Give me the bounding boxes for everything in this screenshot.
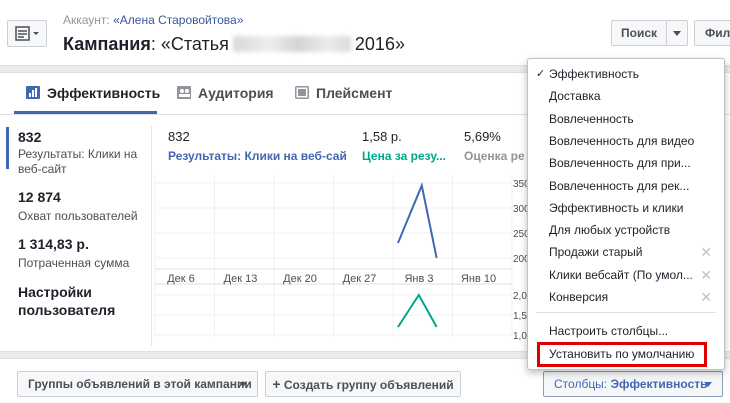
metric-label: Результаты: Клики на xyxy=(18,147,138,161)
chart-col-value: 832 xyxy=(168,129,190,144)
selected-metric-indicator xyxy=(6,127,9,169)
remove-icon[interactable]: ✕ xyxy=(700,286,712,308)
menu-item[interactable]: ✓ Эффективность xyxy=(528,63,724,85)
tab-label: Плейсмент xyxy=(316,85,393,101)
chart-col-value: 5,69% xyxy=(464,129,501,144)
menu-item[interactable]: Вовлеченность xyxy=(528,108,724,130)
account-link[interactable]: «Алена Старовойтова» xyxy=(113,13,243,27)
search-dropdown-button[interactable] xyxy=(666,20,688,46)
metric-value: 832 xyxy=(18,129,42,145)
plus-icon: + xyxy=(272,376,281,392)
menu-item[interactable]: Конверсия ✕ xyxy=(528,286,724,308)
x-tick-label: Янв 3 xyxy=(404,273,433,285)
menu-item[interactable]: Вовлеченность для рек... xyxy=(528,175,724,197)
menu-item-label: Продажи старый xyxy=(549,245,643,260)
highlight-box xyxy=(537,342,707,367)
tab-audience[interactable]: Аудитория xyxy=(177,85,274,101)
x-tick-label: Дек 20 xyxy=(283,273,317,285)
account-line: Аккаунт: «Алена Старовойтова» xyxy=(63,13,243,27)
menu-item[interactable]: Доставка xyxy=(528,85,724,107)
create-adset-button[interactable]: + Создать группу объявлений xyxy=(265,371,461,397)
menu-item-label: Доставка xyxy=(549,89,601,104)
campaign-list-icon xyxy=(15,26,39,41)
columns-preset-menu: Настроить столбцы... Установить по умолч… xyxy=(527,58,725,370)
menu-item-label: Вовлеченность для рек... xyxy=(549,178,690,193)
menu-separator xyxy=(536,312,716,313)
caret-down-icon xyxy=(673,31,681,36)
customize-columns-item[interactable]: Настроить столбцы... xyxy=(528,320,724,342)
caret-down-icon xyxy=(704,382,712,387)
tab-label: Эффективность xyxy=(47,85,161,101)
metric-label: веб-сайт xyxy=(18,162,67,176)
menu-item-label: Вовлеченность для при... xyxy=(549,156,691,171)
series-line-cost xyxy=(397,293,438,328)
remove-icon[interactable]: ✕ xyxy=(700,241,712,263)
settings-line: Настройки xyxy=(18,284,92,300)
series-line-results xyxy=(397,182,438,259)
remove-icon[interactable]: ✕ xyxy=(700,264,712,286)
filters-button[interactable]: Фильтры xyxy=(694,20,730,46)
menu-item-label: Вовлеченность для видео xyxy=(549,133,695,148)
x-tick-label: Янв 10 xyxy=(461,273,496,285)
campaign-name-end: 2016» xyxy=(354,34,405,54)
caret-down-icon xyxy=(33,32,39,35)
menu-item-label: Эффективность и клики xyxy=(549,200,684,215)
placement-icon xyxy=(295,86,309,99)
chart-col-label[interactable]: Оценка ре... xyxy=(464,149,524,163)
campaign-menu-button[interactable] xyxy=(7,20,47,47)
account-prefix: Аккаунт: xyxy=(63,13,114,27)
columns-prefix: Столбцы: xyxy=(554,377,611,391)
search-button[interactable]: Поиск xyxy=(611,20,667,46)
tab-label: Аудитория xyxy=(198,85,274,101)
campaign-name-start: : «Статья xyxy=(150,34,229,54)
user-settings-link[interactable]: Настройки пользователя xyxy=(18,283,115,319)
caret-down-icon xyxy=(239,382,247,387)
settings-line: пользователя xyxy=(18,302,116,318)
campaign-label: Кампания xyxy=(63,34,151,54)
x-tick-label: Дек 13 xyxy=(224,273,258,285)
x-tick-label: Дек 6 xyxy=(167,273,195,285)
metric-value: 1 314,83 р. xyxy=(18,236,89,252)
menu-item[interactable]: Продажи старый ✕ xyxy=(528,241,724,263)
tab-placement[interactable]: Плейсмент xyxy=(295,85,392,101)
menu-item[interactable]: Эффективность и клики xyxy=(528,197,724,219)
menu-item-label: Для любых устройств xyxy=(549,223,671,238)
menu-item[interactable]: Вовлеченность для видео xyxy=(528,130,724,152)
button-label: Создать группу объявлений xyxy=(283,378,454,392)
chart-col-value: 1,58 р. xyxy=(362,129,402,144)
menu-item[interactable]: Вовлеченность для при... xyxy=(528,152,724,174)
chart-col-label[interactable]: Цена за резу... xyxy=(362,149,448,163)
menu-item-label: Клики вебсайт (По умол... xyxy=(549,267,693,282)
button-label: Группы объявлений в этой кампании xyxy=(28,377,252,391)
metric-value: 12 874 xyxy=(18,189,61,205)
x-tick-label: Дек 27 xyxy=(343,273,377,285)
campaign-header: Аккаунт: «Алена Старовойтова» Кампания: … xyxy=(0,0,730,66)
menu-item-label: Вовлеченность xyxy=(549,111,634,126)
performance-chart: Дек 6 Дек 13 Дек 20 Дек 27 Янв 3 Янв 10350300… xyxy=(154,175,530,342)
metric-label: Охват пользователей xyxy=(18,209,138,223)
columns-selector-button[interactable]: Столбцы: Эффективность xyxy=(543,371,723,397)
menu-item[interactable]: Для любых устройств xyxy=(528,219,724,241)
columns-value: Эффективность xyxy=(610,377,708,391)
chart-col-label[interactable]: Результаты: Клики на веб-сайт xyxy=(168,149,346,163)
blurred-text xyxy=(232,36,351,52)
bar-chart-icon xyxy=(26,86,40,99)
menu-item-label: Эффективность xyxy=(549,67,640,81)
adsets-in-campaign-button[interactable]: Группы объявлений в этой кампании xyxy=(17,371,258,397)
menu-item-label: Конверсия xyxy=(549,290,609,304)
tab-performance[interactable]: Эффективность xyxy=(26,85,160,101)
menu-item[interactable]: Клики вебсайт (По умол... ✕ xyxy=(528,264,724,286)
metric-label: Потраченная сумма xyxy=(18,256,130,270)
active-tab-indicator xyxy=(14,111,157,114)
page-title: Кампания: «Статья 2016» xyxy=(63,34,405,55)
people-icon xyxy=(177,86,191,99)
checkmark-icon: ✓ xyxy=(536,68,546,80)
